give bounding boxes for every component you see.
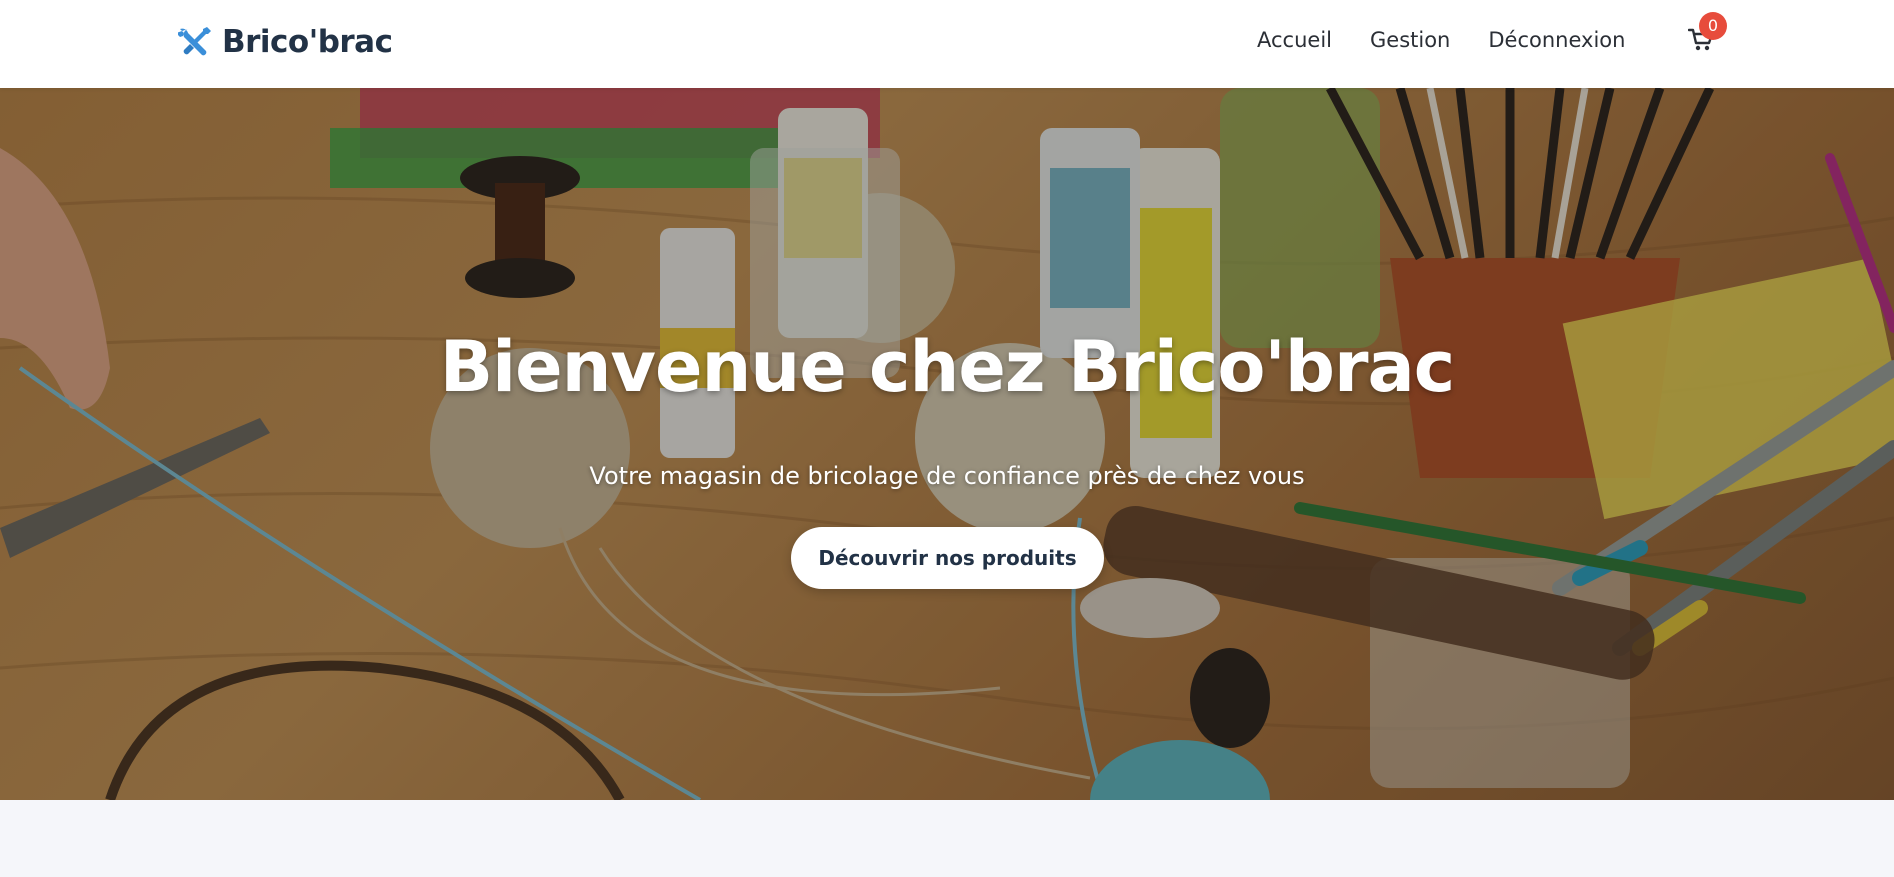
navbar: Brico'brac Accueil Gestion Déconnexion 0	[0, 0, 1894, 88]
hero-overlay	[0, 88, 1894, 800]
content-section	[0, 800, 1894, 877]
main-nav: Accueil Gestion Déconnexion	[1257, 24, 1663, 56]
nav-link-gestion[interactable]: Gestion	[1370, 28, 1450, 52]
cart-button[interactable]: 0	[1688, 12, 1727, 54]
brand-name: Brico'brac	[222, 24, 393, 60]
hero-section: Bienvenue chez Brico'brac Votre magasin …	[0, 88, 1894, 800]
discover-products-button[interactable]: Découvrir nos produits	[791, 527, 1104, 589]
hero-title: Bienvenue chez Brico'brac	[439, 326, 1455, 408]
brand-logo-link[interactable]: Brico'brac	[178, 20, 393, 64]
nav-link-accueil[interactable]: Accueil	[1257, 28, 1332, 52]
cart-count-badge: 0	[1699, 12, 1727, 40]
tools-icon	[178, 27, 211, 56]
hero-subtitle: Votre magasin de bricolage de confiance …	[589, 462, 1305, 490]
nav-link-deconnexion[interactable]: Déconnexion	[1488, 28, 1625, 52]
